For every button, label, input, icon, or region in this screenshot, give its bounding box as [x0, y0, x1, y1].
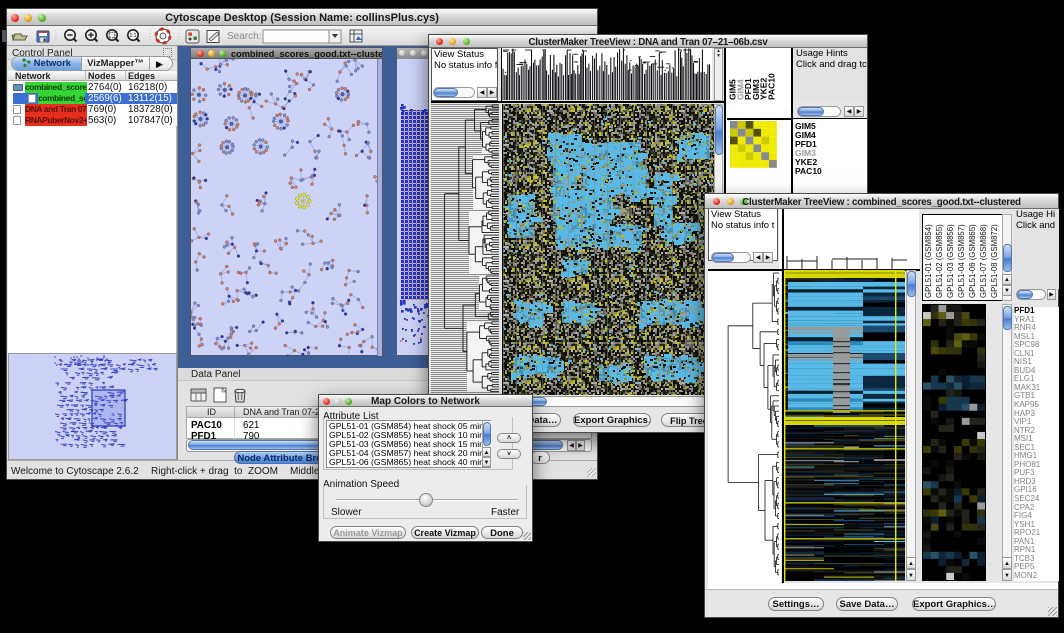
svg-text:Search:: Search:: [227, 31, 261, 42]
svg-text:1:1: 1:1: [130, 33, 137, 39]
svg-text:PAC10: PAC10: [767, 73, 777, 100]
